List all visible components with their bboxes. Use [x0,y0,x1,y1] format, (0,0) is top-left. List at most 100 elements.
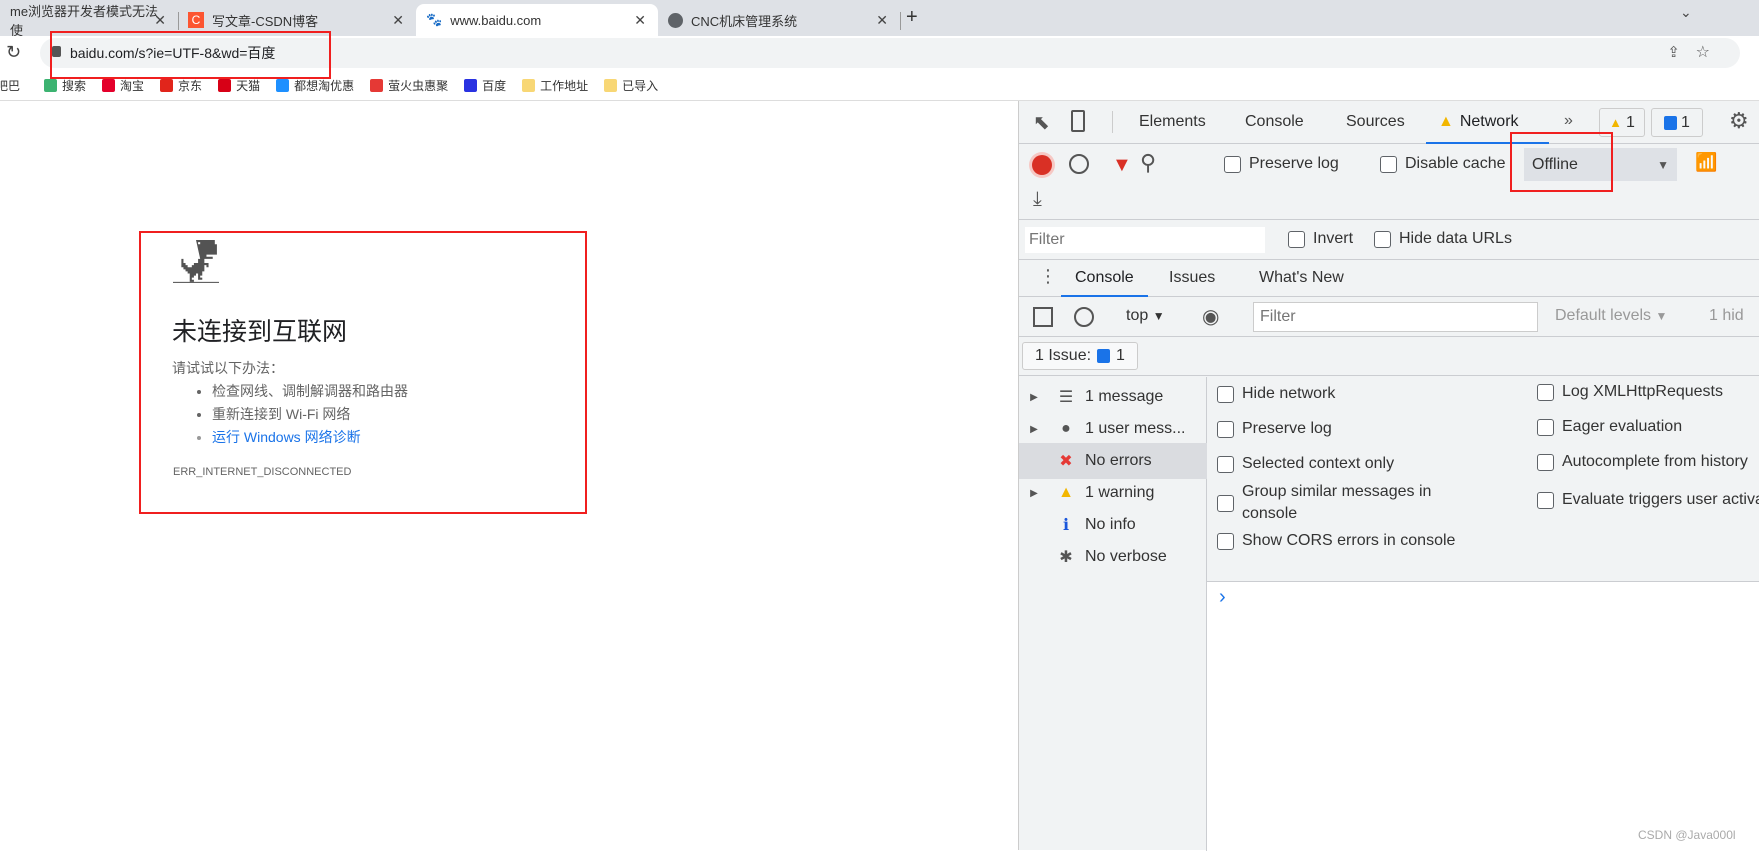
tab-search-icon[interactable]: ⌄ [1680,4,1692,21]
disable-cache-checkbox[interactable]: Disable cache [1380,155,1506,173]
setting-checkbox[interactable]: Log XMLHttpRequests [1537,383,1723,401]
bookmark-item[interactable]: 吧巴 [0,77,20,94]
setting-checkbox[interactable]: Selected context only [1217,453,1394,475]
bookmark-item[interactable]: 京东 [160,77,202,94]
download-har-icon[interactable]: ⤓ [1033,188,1042,211]
filter-icon[interactable]: ▼ [1112,154,1132,177]
drawer-tab-whats-new[interactable]: What's New [1259,269,1344,287]
setting-checkbox[interactable]: Show CORS errors in console [1217,530,1455,552]
messages-badge[interactable]: 1 [1651,108,1703,137]
bookmark-item[interactable]: 都想淘优惠 [276,77,354,94]
console-toolbar: top ▼ ◉ Default levels ▼ 1 hid [1019,297,1759,337]
setting-checkbox[interactable]: Evaluate triggers user activation [1537,491,1759,509]
bookmark-item[interactable]: 淘宝 [102,77,144,94]
log-levels-select[interactable]: Default levels ▼ [1555,307,1667,325]
close-tab-icon[interactable]: ✕ [392,12,404,29]
sidebar-item[interactable]: ✱ No verbose [1019,539,1207,575]
dropdown-arrow-icon: ▼ [1657,157,1669,172]
sidebar-item[interactable]: ✖ No errors [1019,443,1207,479]
bookmark-icon [464,78,478,92]
device-toolbar-icon[interactable] [1071,110,1085,132]
bookmark-item[interactable]: 搜索 [44,77,86,94]
bookmark-icon [276,78,290,92]
message-icon [1664,115,1678,130]
bookmark-icon [218,78,232,92]
csdn-icon: C [188,12,204,28]
reload-icon[interactable]: ↻ [6,42,21,63]
devtools-tabbar: ⬉ Elements Console Sources ▲ Network » ▲ 1… [1019,101,1759,144]
record-button[interactable] [1032,155,1052,175]
console-prompt-area[interactable]: › [1207,582,1759,850]
sidebar-item[interactable]: ▶ ☰ 1 message [1019,379,1207,415]
new-tab-button[interactable]: + [906,6,918,29]
bookmark-icon [370,78,384,92]
drawer-menu-icon[interactable]: ⋮ [1039,266,1057,287]
expand-arrow-icon: ▶ [1030,487,1038,499]
preserve-log-checkbox[interactable]: Preserve log [1224,155,1339,173]
expand-arrow-icon: ▶ [1030,391,1038,403]
issues-button[interactable]: 1 Issue: 1 [1022,342,1138,370]
tab-console[interactable]: Console [1245,113,1304,131]
hidden-count: 1 hid [1709,307,1744,324]
page-title: 未连接到互联网 [172,318,348,346]
browser-tab[interactable]: CNC机床管理系统 ✕ [658,4,901,36]
bookmark-icon [102,78,116,92]
setting-checkbox[interactable]: Preserve log [1217,418,1332,440]
hide-data-urls-checkbox[interactable]: Hide data URLs [1374,230,1512,248]
console-filter-input[interactable] [1253,302,1538,332]
context-select[interactable]: top ▼ [1126,307,1165,325]
invert-checkbox[interactable]: Invert [1288,230,1353,248]
bookmark-icon [44,78,58,92]
close-tab-icon[interactable]: ✕ [876,12,888,29]
settings-gear-icon[interactable]: ⚙ [1729,108,1749,134]
close-tab-icon[interactable]: ✕ [154,12,166,29]
sidebar-item[interactable]: ℹ No info [1019,507,1207,543]
console-settings: Hide network Preserve log Selected context… [1207,377,1759,582]
sidebar-item[interactable]: ▶ ▲ 1 warning [1019,475,1207,511]
console-sidebar: ▶ ☰ 1 message ▶ ● 1 user mess... ✖ No errors ▶ ▲ 1… [1019,377,1207,851]
live-expression-eye-icon[interactable]: ◉ [1202,304,1219,329]
bookmark-item[interactable]: 工作地址 [522,77,588,94]
drawer-tab-issues[interactable]: Issues [1169,269,1215,287]
sidebar-item[interactable]: ▶ ● 1 user mess... [1019,411,1207,447]
error-code: ERR_INTERNET_DISCONNECTED [173,466,352,478]
network-diagnostics-link[interactable]: 运行 Windows 网络诊断 [212,429,361,445]
setting-checkbox[interactable]: Hide network [1217,383,1335,405]
suggestion-item: 重新连接到 Wi-Fi 网络 [212,403,408,426]
watermark: CSDN @Java000l [1638,828,1736,842]
tab-sources[interactable]: Sources [1346,113,1405,131]
browser-tab-active[interactable]: 🐾 www.baidu.com ✕ [416,4,658,36]
network-conditions-icon[interactable]: 📶 [1695,152,1717,173]
bookmark-star-icon[interactable]: ☆ [1696,42,1710,62]
info-icon: ℹ [1062,517,1070,534]
bookmark-icon [604,78,618,92]
setting-checkbox[interactable]: Autocomplete from history [1537,453,1748,471]
network-filter-input[interactable] [1025,227,1265,253]
bookmark-icon [160,78,174,92]
globe-icon [668,12,683,28]
network-filter-row: Invert Hide data URLs [1019,220,1759,260]
network-toolbar: ▼ ⚲ Preserve log Disable cache Offline ▼ … [1019,144,1759,220]
tab-elements[interactable]: Elements [1139,113,1206,131]
setting-checkbox[interactable]: Group similar messages in console [1217,481,1477,525]
bookmark-item[interactable]: 已导入 [604,77,658,94]
clear-icon[interactable] [1069,154,1089,174]
message-icon [1097,349,1111,363]
more-tabs-icon[interactable]: » [1564,112,1573,130]
bookmark-item[interactable]: 百度 [464,77,506,94]
bookmark-item[interactable]: 萤火虫惠聚 [370,77,448,94]
bug-icon: ✱ [1059,549,1073,566]
clear-console-icon[interactable] [1074,307,1094,327]
sidebar-toggle-icon[interactable] [1033,307,1053,327]
search-icon[interactable]: ⚲ [1140,150,1156,176]
annotation-box-offline [1510,132,1613,192]
share-icon[interactable]: ⇪ [1667,43,1680,61]
devtools-panel: ⬉ Elements Console Sources ▲ Network » ▲ 1… [1018,101,1759,851]
inspect-element-icon[interactable]: ⬉ [1033,110,1050,135]
annotation-box-url [50,31,331,79]
setting-checkbox[interactable]: Eager evaluation [1537,418,1682,436]
drawer-tab-console[interactable]: Console [1061,260,1148,297]
close-tab-icon[interactable]: ✕ [634,12,646,29]
bookmark-item[interactable]: 天猫 [218,77,260,94]
issues-row: 1 Issue: 1 [1019,337,1759,376]
